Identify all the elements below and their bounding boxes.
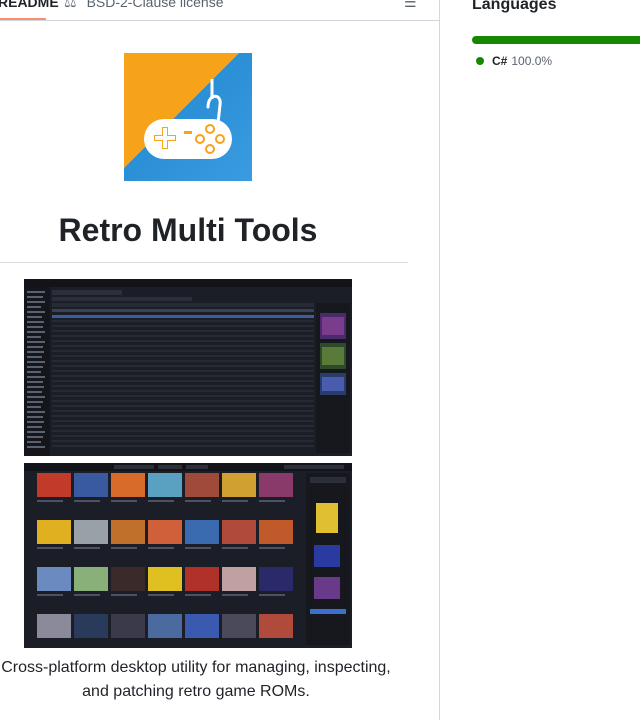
tab-active-underline (0, 18, 46, 20)
app-screenshot-cover-grid[interactable] (24, 463, 352, 648)
tab-readme[interactable]: README (0, 0, 59, 18)
language-bar (472, 36, 640, 44)
tab-license[interactable]: ⚖ BSD-2-Clause license (64, 0, 224, 10)
list-unordered-icon[interactable]: ☰ (404, 0, 417, 10)
project-logo (124, 53, 252, 181)
language-name: C# (492, 54, 508, 68)
readme-title: Retro Multi Tools (58, 212, 318, 248)
readme-description: Cross-platform desktop utility for manag… (1, 659, 391, 700)
readme-tab-bar: README ⚖ BSD-2-Clause license ☰ (0, 0, 440, 21)
app-screenshot-rom-list[interactable] (24, 279, 352, 456)
gamepad-icon (144, 79, 232, 159)
language-percent: 100.0% (511, 54, 553, 68)
language-item[interactable]: C# 100.0% (476, 54, 552, 68)
language-color-dot (476, 57, 484, 65)
title-divider (0, 262, 408, 263)
tab-license-label: BSD-2-Clause license (86, 0, 224, 10)
tab-readme-label: README (0, 0, 59, 10)
scale-icon: ⚖ (64, 0, 77, 10)
languages-heading: Languages (472, 0, 557, 13)
column-divider (439, 0, 440, 720)
